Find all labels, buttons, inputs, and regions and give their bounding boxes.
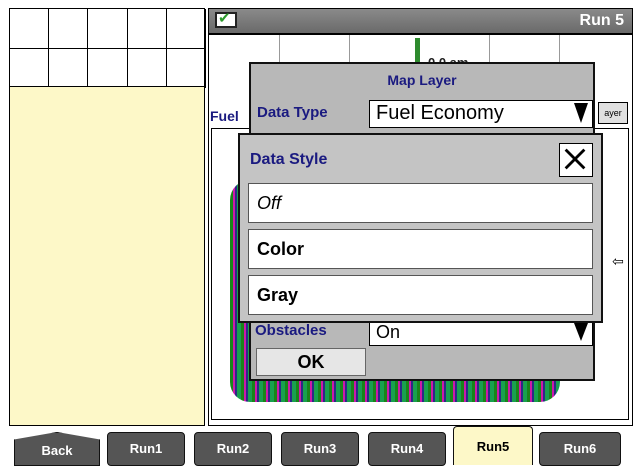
tab-run1[interactable]: Run1	[107, 432, 185, 466]
grid-cell	[88, 48, 128, 88]
back-button[interactable]: Back	[14, 432, 100, 466]
data-style-popup: Data Style Off Color Gray	[238, 133, 603, 323]
info-panel	[9, 87, 205, 426]
dropdown-arrow-icon	[574, 323, 588, 341]
tab-run3[interactable]: Run3	[281, 432, 359, 466]
tab-bar: Back Run1 Run2 Run3 Run4 Run5 Run6	[0, 426, 633, 470]
left-arrow-icon[interactable]: ⇦	[612, 254, 624, 270]
style-option-color[interactable]: Color	[248, 229, 593, 269]
grid-cell	[49, 9, 89, 49]
obstacles-value: On	[376, 322, 401, 342]
dialog-title: Map Layer	[387, 72, 457, 88]
tab-run6[interactable]: Run6	[539, 432, 621, 466]
grid-cell	[127, 48, 167, 88]
close-icon	[564, 148, 586, 170]
tab-run4[interactable]: Run4	[368, 432, 446, 466]
data-type-label: Data Type	[257, 104, 328, 121]
obstacles-label: Obstacles	[255, 322, 327, 339]
run-label: Run 5	[579, 12, 624, 29]
style-option-off[interactable]: Off	[248, 183, 593, 223]
data-type-select[interactable]: Fuel Economy	[369, 100, 593, 128]
check-icon	[215, 9, 237, 28]
tab-run5[interactable]: Run5	[453, 426, 533, 465]
map-field-label: Fuel	[210, 108, 239, 124]
popup-title: Data Style	[250, 151, 328, 168]
grid-cell	[49, 48, 89, 88]
status-grid	[9, 8, 206, 88]
grid-cell	[166, 48, 206, 88]
grid-cell	[166, 9, 206, 49]
map-layer-button[interactable]: ayer	[598, 102, 628, 124]
style-option-gray[interactable]: Gray	[248, 275, 593, 315]
close-button[interactable]	[559, 143, 593, 177]
grid-cell	[10, 48, 50, 88]
obstacles-select[interactable]: On	[369, 320, 593, 346]
title-bar: Run 5	[208, 8, 633, 34]
ok-button[interactable]: OK	[256, 348, 366, 376]
grid-cell	[88, 9, 128, 49]
data-type-value: Fuel Economy	[376, 102, 504, 124]
grid-cell	[10, 9, 50, 49]
tab-run2[interactable]: Run2	[194, 432, 272, 466]
grid-cell	[127, 9, 167, 49]
dropdown-arrow-icon	[574, 103, 588, 123]
